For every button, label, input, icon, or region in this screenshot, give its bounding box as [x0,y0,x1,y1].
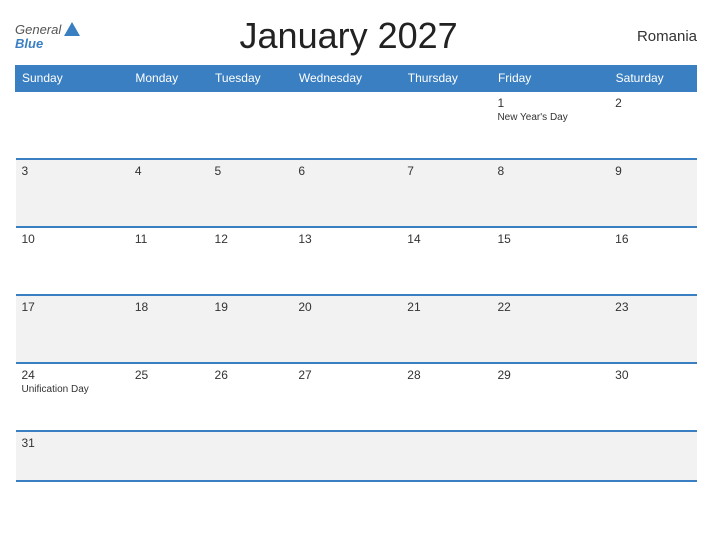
day-number: 7 [407,164,485,178]
header-tuesday: Tuesday [209,66,293,92]
calendar-header: General Blue January 2027 Romania [15,10,697,65]
day-cell [209,431,293,481]
day-number: 31 [22,436,123,450]
week-row-5: 24 Unification Day 25 26 27 28 29 30 [16,363,697,431]
day-cell [292,431,401,481]
day-cell: 13 [292,227,401,295]
logo-triangle-icon [64,22,80,36]
day-cell: 22 [491,295,609,363]
day-number: 22 [497,300,603,314]
day-number: 24 [22,368,123,382]
week-row-3: 10 11 12 13 14 15 16 [16,227,697,295]
day-cell: 30 [609,363,696,431]
day-number: 13 [298,232,395,246]
day-cell: 19 [209,295,293,363]
day-number: 10 [22,232,123,246]
day-cell: 18 [129,295,209,363]
day-number: 11 [135,232,203,246]
day-number: 12 [215,232,287,246]
day-cell: 15 [491,227,609,295]
day-number: 29 [497,368,603,382]
month-title: January 2027 [80,15,617,57]
day-cell: 4 [129,159,209,227]
day-cell: 12 [209,227,293,295]
day-cell: 27 [292,363,401,431]
day-number: 19 [215,300,287,314]
day-event: Unification Day [22,384,123,395]
header-monday: Monday [129,66,209,92]
day-number: 3 [22,164,123,178]
week-row-4: 17 18 19 20 21 22 23 [16,295,697,363]
day-cell: 24 Unification Day [16,363,129,431]
day-cell: 7 [401,159,491,227]
day-cell: 31 [16,431,129,481]
header-saturday: Saturday [609,66,696,92]
day-cell [209,91,293,159]
day-number: 25 [135,368,203,382]
day-cell: 5 [209,159,293,227]
day-cell: 25 [129,363,209,431]
day-cell: 20 [292,295,401,363]
day-number: 1 [497,96,603,110]
day-number: 9 [615,164,690,178]
header-thursday: Thursday [401,66,491,92]
day-number: 26 [215,368,287,382]
day-number: 27 [298,368,395,382]
week-row-6: 31 [16,431,697,481]
header-sunday: Sunday [16,66,129,92]
day-event: New Year's Day [497,112,603,123]
day-cell: 29 [491,363,609,431]
day-number: 18 [135,300,203,314]
week-row-1: 1 New Year's Day 2 [16,91,697,159]
day-number: 20 [298,300,395,314]
day-cell: 23 [609,295,696,363]
day-number: 6 [298,164,395,178]
day-cell: 3 [16,159,129,227]
day-cell: 28 [401,363,491,431]
day-cell: 11 [129,227,209,295]
day-cell [16,91,129,159]
header-wednesday: Wednesday [292,66,401,92]
week-row-2: 3456789 [16,159,697,227]
day-cell: 17 [16,295,129,363]
day-number: 17 [22,300,123,314]
day-cell [401,91,491,159]
day-number: 28 [407,368,485,382]
day-cell [129,431,209,481]
day-cell: 8 [491,159,609,227]
day-cell: 1 New Year's Day [491,91,609,159]
day-cell: 14 [401,227,491,295]
days-header-row: Sunday Monday Tuesday Wednesday Thursday… [16,66,697,92]
day-number: 4 [135,164,203,178]
day-cell: 9 [609,159,696,227]
day-cell: 2 [609,91,696,159]
day-cell: 21 [401,295,491,363]
day-number: 23 [615,300,690,314]
day-number: 8 [497,164,603,178]
day-number: 15 [497,232,603,246]
day-number: 2 [615,96,690,110]
day-number: 30 [615,368,690,382]
day-cell: 6 [292,159,401,227]
day-cell: 16 [609,227,696,295]
day-number: 5 [215,164,287,178]
day-cell [401,431,491,481]
day-number: 16 [615,232,690,246]
day-number: 21 [407,300,485,314]
country-label: Romania [617,28,697,45]
day-cell [129,91,209,159]
day-cell [292,91,401,159]
calendar-wrapper: General Blue January 2027 Romania Sunday… [0,0,712,550]
day-cell [609,431,696,481]
day-cell [491,431,609,481]
day-number: 14 [407,232,485,246]
day-cell: 26 [209,363,293,431]
header-friday: Friday [491,66,609,92]
calendar-table: Sunday Monday Tuesday Wednesday Thursday… [15,65,697,482]
day-cell: 10 [16,227,129,295]
logo: General Blue [15,22,80,51]
logo-blue-text: Blue [15,36,43,51]
